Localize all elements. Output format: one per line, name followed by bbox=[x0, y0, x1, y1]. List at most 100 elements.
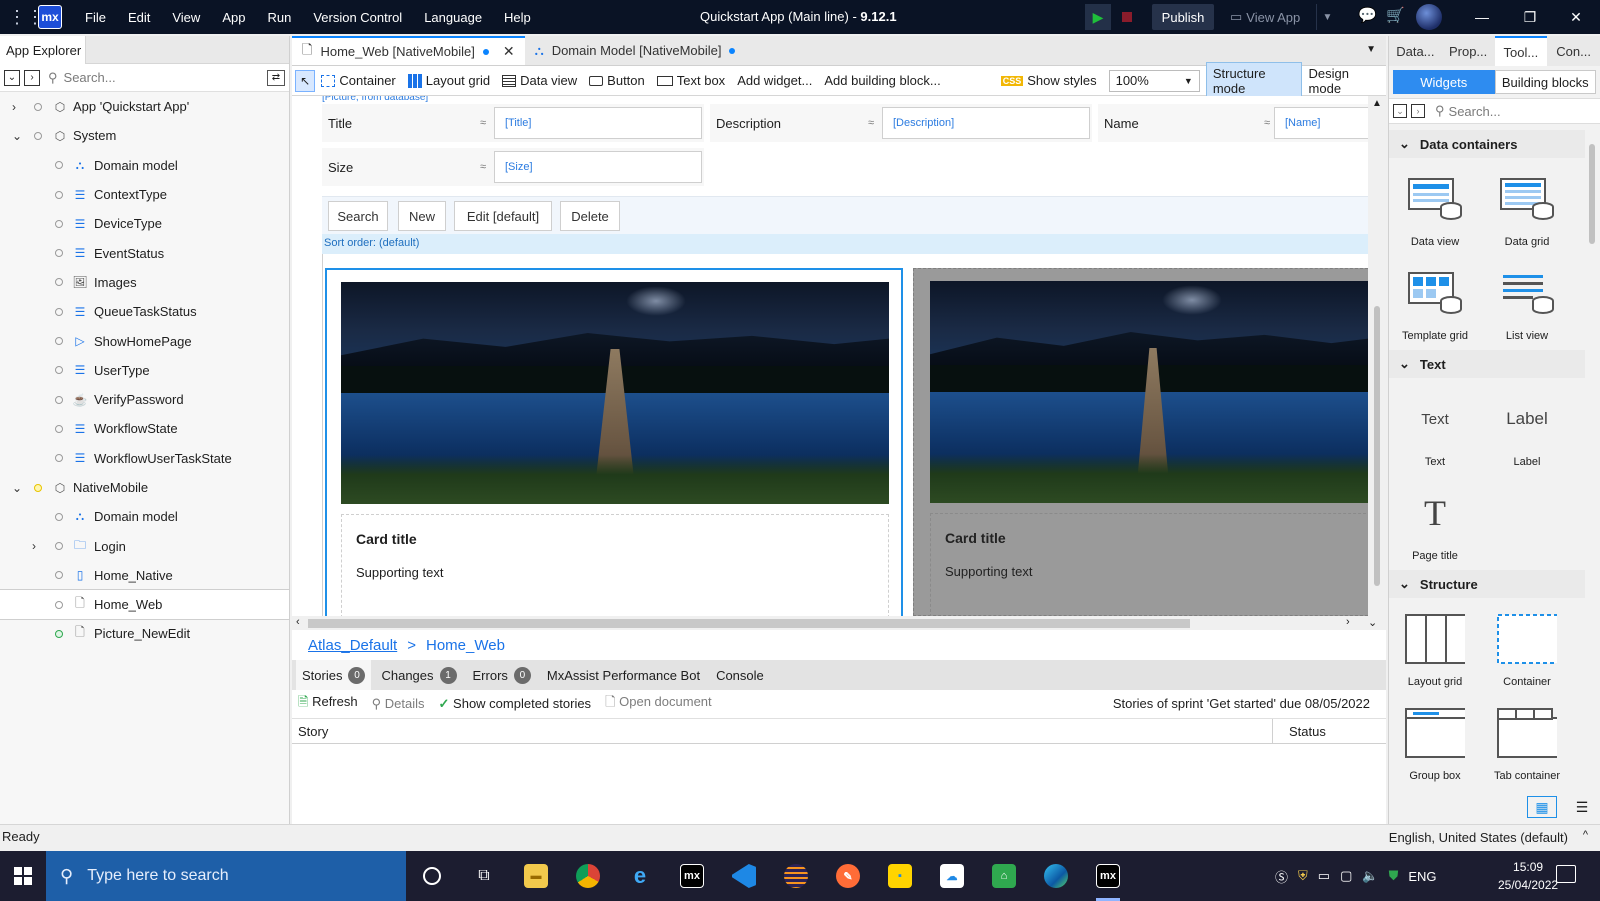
link-editor-icon[interactable]: ⇄ bbox=[267, 69, 285, 86]
delete-button[interactable]: Delete bbox=[560, 201, 620, 231]
azure-data-studio-icon[interactable]: ☁ bbox=[926, 851, 978, 901]
file-explorer-icon[interactable]: ▬ bbox=[510, 851, 562, 901]
explorer-item[interactable]: 🖼 Images bbox=[0, 268, 289, 297]
postman-icon[interactable]: ✎ bbox=[822, 851, 874, 901]
widget-group-box[interactable]: Group box bbox=[1389, 696, 1481, 790]
title-field[interactable]: Title ≈ [Title] bbox=[322, 104, 704, 142]
scroll-down-icon[interactable]: ⌄ bbox=[1368, 616, 1377, 629]
chat-icon[interactable]: 💬 bbox=[1358, 6, 1377, 24]
explorer-item[interactable]: ⛬ Domain model bbox=[0, 151, 289, 180]
edge-icon[interactable] bbox=[1030, 851, 1082, 901]
widget-tab-container[interactable]: Tab container bbox=[1481, 696, 1573, 790]
tab-mxassist-performance-bot[interactable]: MxAssist Performance Bot bbox=[541, 668, 706, 683]
edit-button[interactable]: Edit [default] bbox=[454, 201, 552, 231]
open-document-button[interactable]: 🗋 Open document bbox=[605, 693, 712, 715]
menu-language[interactable]: Language bbox=[413, 10, 493, 25]
display-icon[interactable]: ▢ bbox=[1340, 868, 1352, 884]
name-field[interactable]: Name ≈ [Name] bbox=[1098, 104, 1368, 142]
tab-errors[interactable]: Errors 0 bbox=[467, 666, 537, 684]
explorer-item[interactable]: ▷ ShowHomePage bbox=[0, 326, 289, 355]
user-avatar[interactable] bbox=[1416, 4, 1442, 30]
scroll-up-icon[interactable]: ▲ bbox=[1372, 98, 1382, 109]
chevron-down-icon[interactable]: ⌄ bbox=[12, 481, 22, 495]
skype-icon[interactable]: Ⓢ bbox=[1275, 867, 1288, 886]
explorer-item[interactable]: ⛬ Domain model bbox=[0, 502, 289, 531]
view-app-button[interactable]: ▭ View App bbox=[1226, 4, 1316, 30]
visual-studio-code-icon[interactable] bbox=[718, 851, 770, 901]
sort-order-label[interactable]: Sort order: (default) bbox=[322, 234, 1368, 254]
add-data-view-button[interactable]: Data view bbox=[496, 73, 583, 88]
widget-template-grid[interactable]: Template grid bbox=[1389, 256, 1481, 350]
new-button[interactable]: New bbox=[398, 201, 446, 231]
publish-button[interactable]: Publish bbox=[1152, 4, 1214, 30]
explorer-item[interactable]: ⌄ ⬡ NativeMobile bbox=[0, 473, 289, 502]
size-input[interactable]: [Size] bbox=[494, 151, 702, 183]
chevron-right-icon[interactable]: › bbox=[12, 100, 16, 114]
widget-data-view[interactable]: Data view bbox=[1389, 162, 1481, 256]
menu-run[interactable]: Run bbox=[256, 10, 302, 25]
tab-stories[interactable]: Stories 0 bbox=[296, 660, 372, 690]
widget-text[interactable]: Text Text bbox=[1389, 382, 1481, 476]
taskbar-clock[interactable]: 15:09 25/04/2022 bbox=[1498, 858, 1558, 894]
menu-view[interactable]: View bbox=[161, 10, 211, 25]
explorer-item[interactable]: ⌄ ⬡ System bbox=[0, 121, 289, 150]
tab-properties[interactable]: Prop... bbox=[1442, 36, 1495, 66]
tabs-overflow-icon[interactable]: ▼ bbox=[1366, 44, 1376, 55]
chevron-up-icon[interactable]: ^ bbox=[1583, 829, 1588, 841]
structure-mode-button[interactable]: Structure mode bbox=[1205, 61, 1302, 100]
taskbar-search-box[interactable]: ⚲ Type here to search bbox=[46, 851, 406, 901]
breadcrumb-layout-link[interactable]: Atlas_Default bbox=[308, 637, 397, 654]
tab-home-web[interactable]: 🗋 Home_Web [NativeMobile] ✕ bbox=[292, 36, 525, 65]
add-text-box-button[interactable]: Text box bbox=[651, 73, 731, 88]
close-window-button[interactable]: ✕ bbox=[1552, 0, 1600, 34]
story-column-header[interactable]: Story bbox=[292, 724, 328, 739]
explorer-item[interactable]: 🗋 Home_Web bbox=[0, 589, 290, 621]
name-input[interactable]: [Name] bbox=[1274, 107, 1368, 139]
defender-icon[interactable]: ⛊ bbox=[1389, 868, 1399, 884]
remote-desktop-icon[interactable]: ⌂ bbox=[978, 851, 1030, 901]
design-mode-button[interactable]: Design mode bbox=[1302, 62, 1386, 100]
canvas-horizontal-scrollbar[interactable]: ‹ › ⌄ bbox=[292, 616, 1386, 630]
chrome-icon[interactable] bbox=[562, 851, 614, 901]
explorer-item[interactable]: ☰ QueueTaskStatus bbox=[0, 297, 289, 326]
view-app-dropdown[interactable]: ▼ bbox=[1316, 4, 1338, 30]
explorer-item[interactable]: › ⬡ App 'Quickstart App' bbox=[0, 92, 289, 121]
list-view-mode-icon[interactable]: ☰ bbox=[1567, 796, 1597, 818]
menu-version-control[interactable]: Version Control bbox=[302, 10, 413, 25]
chevron-right-icon[interactable]: › bbox=[32, 539, 36, 553]
explorer-item[interactable]: ▯ Home_Native bbox=[0, 561, 289, 590]
add-button-button[interactable]: Button bbox=[583, 73, 651, 88]
category-structure[interactable]: ⌄ Structure bbox=[1389, 570, 1585, 598]
notification-center-icon[interactable] bbox=[1556, 865, 1576, 883]
expand-all-icon[interactable]: › bbox=[1411, 104, 1425, 118]
explorer-search-input[interactable]: ⚲ Search... bbox=[44, 67, 263, 89]
explorer-item[interactable]: ☰ UserType bbox=[0, 356, 289, 385]
template-grid[interactable]: Card title Supporting text Card title Su… bbox=[322, 254, 1368, 616]
select-pointer-icon[interactable]: ↖ bbox=[295, 69, 316, 92]
menu-edit[interactable]: Edit bbox=[117, 10, 161, 25]
show-styles-toggle[interactable]: CSS Show styles bbox=[995, 73, 1103, 88]
explorer-item[interactable]: ☰ WorkflowUserTaskState bbox=[0, 444, 289, 473]
scroll-thumb[interactable] bbox=[1589, 144, 1595, 244]
add-widget-button[interactable]: Add widget... bbox=[731, 73, 818, 88]
widget-list-view[interactable]: List view bbox=[1481, 256, 1573, 350]
widgets-segment[interactable]: Widgets bbox=[1393, 70, 1495, 94]
status-column-header[interactable]: Status bbox=[1272, 719, 1326, 744]
explorer-item[interactable]: ☰ DeviceType bbox=[0, 209, 289, 238]
security-icon[interactable]: ⛨ bbox=[1298, 868, 1308, 884]
run-button[interactable]: ▶ bbox=[1085, 4, 1111, 30]
explorer-item[interactable]: ☰ ContextType bbox=[0, 180, 289, 209]
collapse-all-icon[interactable]: ⌄ bbox=[1393, 104, 1407, 118]
minimize-button[interactable]: — bbox=[1458, 0, 1506, 34]
page-canvas[interactable]: [Picture, from database] Title ≈ [Title]… bbox=[292, 96, 1368, 616]
show-completed-stories-toggle[interactable]: ✓ Show completed stories bbox=[439, 696, 592, 712]
explorer-item[interactable]: ☰ EventStatus bbox=[0, 238, 289, 267]
size-field[interactable]: Size ≈ [Size] bbox=[322, 148, 704, 186]
stop-button[interactable] bbox=[1114, 4, 1140, 30]
eclipse-icon[interactable] bbox=[770, 851, 822, 901]
battery-icon[interactable]: ▭ bbox=[1318, 868, 1330, 884]
description-input[interactable]: [Description] bbox=[882, 107, 1090, 139]
card-2[interactable]: Card title Supporting text bbox=[913, 268, 1368, 616]
zoom-select[interactable]: 100% ▼ bbox=[1108, 69, 1200, 92]
search-button[interactable]: Search bbox=[328, 201, 388, 231]
